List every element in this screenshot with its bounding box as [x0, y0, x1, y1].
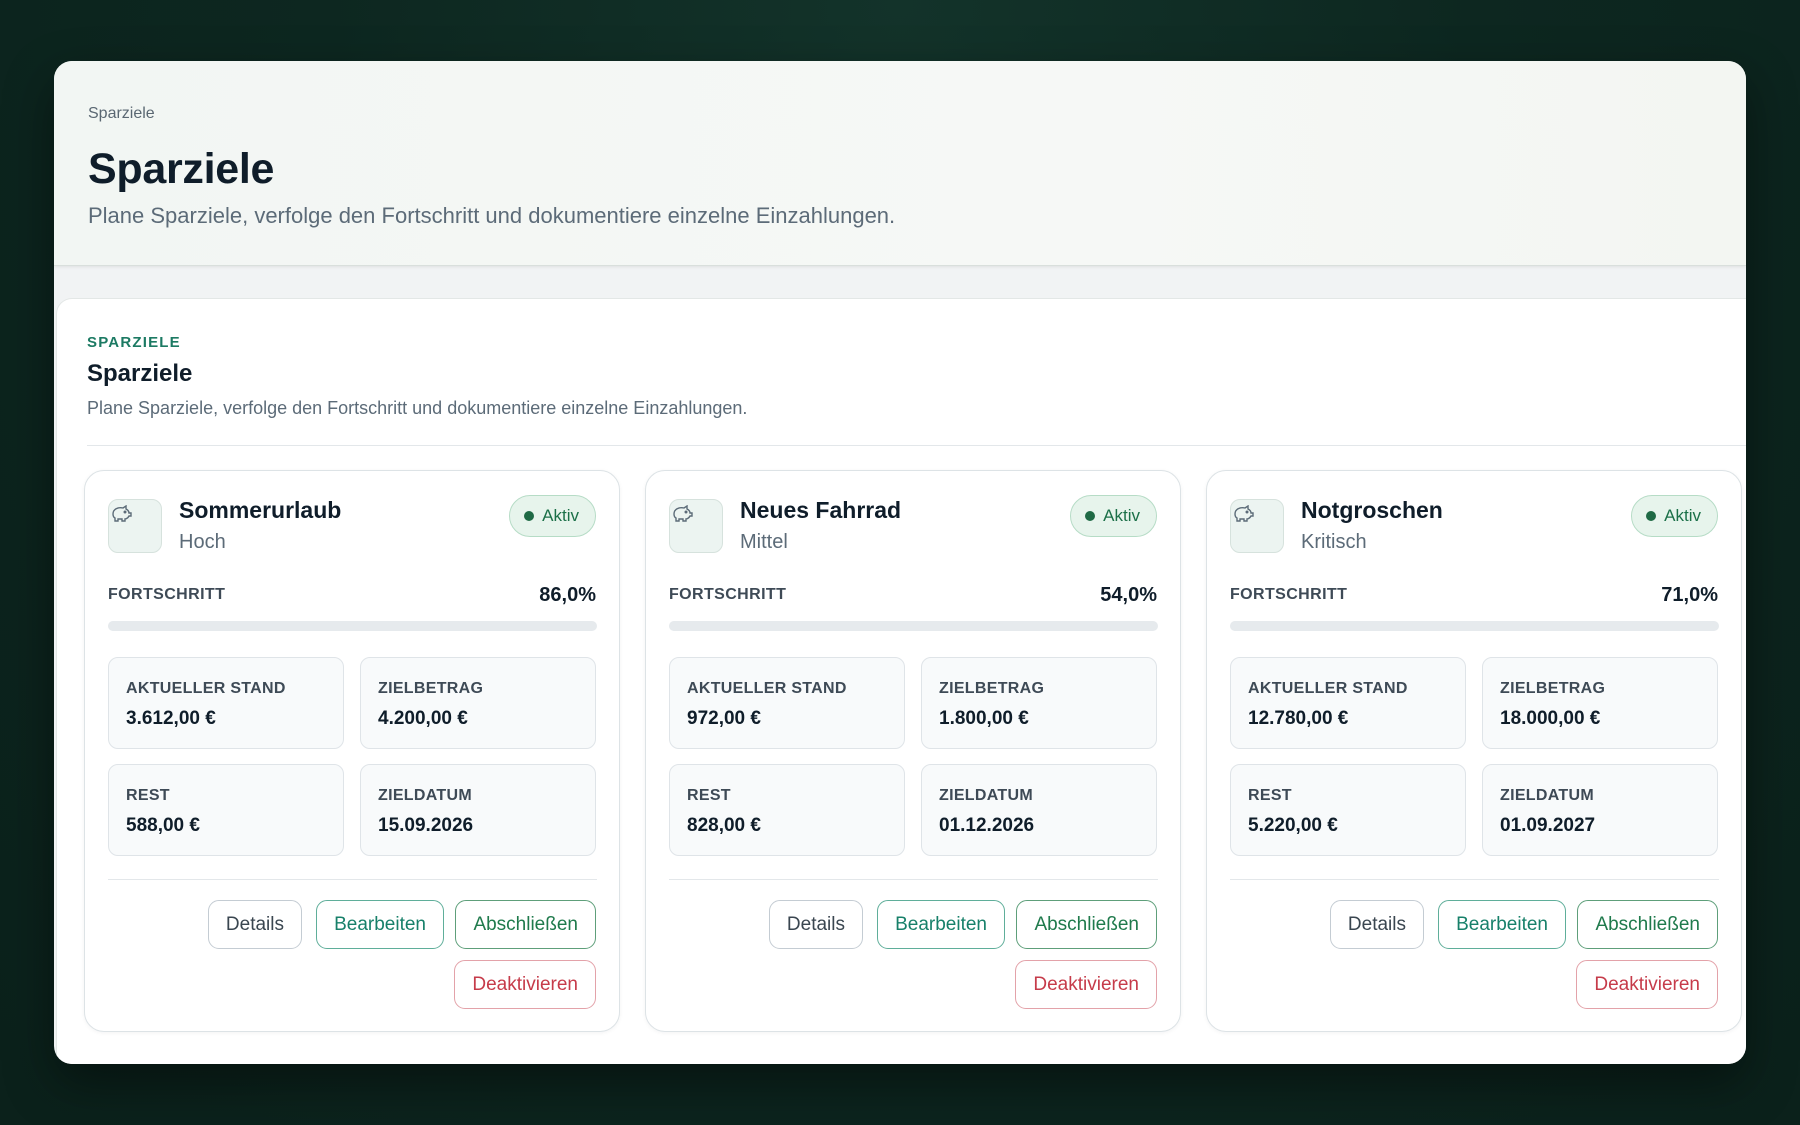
stat-target: ZIELBETRAG 1.800,00 € [921, 657, 1157, 749]
section-divider [87, 445, 1746, 446]
stat-value: 01.12.2026 [939, 815, 1035, 836]
stat-value: 3.612,00 € [126, 708, 216, 729]
goal-name: Sommerurlaub [179, 497, 342, 523]
progress-fill [1230, 621, 1578, 631]
status-dot-icon [1646, 511, 1657, 521]
goal-priority: Mittel [740, 531, 788, 553]
app-window: Sparziele Sparziele Plane Sparziele, ver… [54, 61, 1746, 1064]
stat-rest: REST 5.220,00 € [1230, 764, 1466, 856]
progress-bar [1230, 621, 1719, 631]
stat-rest: REST 828,00 € [669, 764, 905, 856]
section-subtitle: Plane Sparziele, verfolge den Fortschrit… [87, 398, 748, 418]
progress-bar [669, 621, 1158, 631]
piggy-bank-icon [1234, 505, 1254, 522]
progress-value: 54,0% [1100, 584, 1157, 606]
page-header: Sparziele Sparziele Plane Sparziele, ver… [54, 61, 1746, 266]
deactivate-button[interactable]: Deaktivieren [1015, 960, 1157, 1009]
status-badge: Aktiv [1070, 495, 1157, 537]
complete-button[interactable]: Abschließen [1577, 900, 1718, 949]
status-label: Aktiv [542, 506, 579, 525]
status-label: Aktiv [1664, 506, 1701, 525]
complete-button[interactable]: Abschließen [455, 900, 596, 949]
section-title: Sparziele [87, 360, 193, 387]
stat-label: ZIELBETRAG [1500, 680, 1606, 697]
goal-card-neues-fahrrad: Neues Fahrrad Mittel Aktiv FORTSCHRITT 5… [645, 470, 1181, 1032]
card-divider [669, 879, 1158, 880]
details-button[interactable]: Details [207, 900, 302, 949]
status-dot-icon [524, 511, 535, 521]
page-title: Sparziele [88, 145, 275, 193]
complete-button[interactable]: Abschließen [1016, 900, 1157, 949]
page-subtitle: Plane Sparziele, verfolge den Fortschrit… [88, 203, 896, 228]
stat-value: 972,00 € [687, 708, 761, 729]
stat-value: 588,00 € [126, 815, 200, 836]
progress-label: FORTSCHRITT [669, 586, 787, 603]
deactivate-button[interactable]: Deaktivieren [1576, 960, 1718, 1009]
stat-value: 18.000,00 € [1500, 708, 1601, 729]
section-eyebrow: SPARZIELE [87, 334, 181, 351]
progress-value: 86,0% [539, 584, 596, 606]
stat-label: ZIELDATUM [939, 787, 1033, 804]
status-label: Aktiv [1103, 506, 1140, 525]
goal-priority: Kritisch [1301, 531, 1367, 553]
piggy-bank-icon [112, 505, 132, 522]
status-dot-icon [1085, 511, 1096, 521]
stat-label: REST [126, 787, 170, 804]
stat-date: ZIELDATUM 01.09.2027 [1482, 764, 1718, 856]
stat-target: ZIELBETRAG 4.200,00 € [360, 657, 596, 749]
stat-current: AKTUELLER STAND 972,00 € [669, 657, 905, 749]
card-divider [1230, 879, 1719, 880]
stat-label: REST [1248, 787, 1292, 804]
goal-icon-box [1230, 499, 1284, 553]
stat-label: ZIELBETRAG [378, 680, 484, 697]
edit-button[interactable]: Bearbeiten [316, 900, 444, 949]
stat-target: ZIELBETRAG 18.000,00 € [1482, 657, 1718, 749]
goal-name: Notgroschen [1301, 497, 1443, 523]
savings-goals-panel: SPARZIELE Sparziele Plane Sparziele, ver… [56, 298, 1746, 1064]
stat-date: ZIELDATUM 01.12.2026 [921, 764, 1157, 856]
progress-value: 71,0% [1661, 584, 1718, 606]
stat-label: ZIELDATUM [1500, 787, 1594, 804]
breadcrumb[interactable]: Sparziele [88, 105, 155, 123]
goal-name: Neues Fahrrad [740, 497, 902, 523]
card-divider [108, 879, 597, 880]
stat-value: 4.200,00 € [378, 708, 468, 729]
goal-icon-box [108, 499, 162, 553]
stat-value: 15.09.2026 [378, 815, 474, 836]
goal-icon-box [669, 499, 723, 553]
stat-value: 5.220,00 € [1248, 815, 1338, 836]
status-badge: Aktiv [509, 495, 596, 537]
status-badge: Aktiv [1631, 495, 1718, 537]
stat-current: AKTUELLER STAND 3.612,00 € [108, 657, 344, 749]
edit-button[interactable]: Bearbeiten [877, 900, 1005, 949]
goal-card-sommerurlaub: Sommerurlaub Hoch Aktiv FORTSCHRITT 86,0… [84, 470, 620, 1032]
stat-rest: REST 588,00 € [108, 764, 344, 856]
details-button[interactable]: Details [768, 900, 863, 949]
stat-label: AKTUELLER STAND [687, 680, 847, 697]
piggy-bank-icon [673, 505, 693, 522]
goal-priority: Hoch [179, 531, 226, 553]
progress-label: FORTSCHRITT [1230, 586, 1348, 603]
progress-fill [669, 621, 934, 631]
stat-date: ZIELDATUM 15.09.2026 [360, 764, 596, 856]
progress-bar [108, 621, 597, 631]
edit-button[interactable]: Bearbeiten [1438, 900, 1566, 949]
stat-label: AKTUELLER STAND [1248, 680, 1408, 697]
stat-value: 01.09.2027 [1500, 815, 1596, 836]
stat-value: 1.800,00 € [939, 708, 1029, 729]
deactivate-button[interactable]: Deaktivieren [454, 960, 596, 1009]
stat-label: ZIELBETRAG [939, 680, 1045, 697]
stat-label: REST [687, 787, 731, 804]
stat-label: ZIELDATUM [378, 787, 472, 804]
stat-value: 12.780,00 € [1248, 708, 1349, 729]
stat-label: AKTUELLER STAND [126, 680, 286, 697]
stat-value: 828,00 € [687, 815, 761, 836]
goal-card-notgroschen: Notgroschen Kritisch Aktiv FORTSCHRITT 7… [1206, 470, 1742, 1032]
progress-fill [108, 621, 529, 631]
details-button[interactable]: Details [1329, 900, 1424, 949]
progress-label: FORTSCHRITT [108, 586, 226, 603]
stat-current: AKTUELLER STAND 12.780,00 € [1230, 657, 1466, 749]
